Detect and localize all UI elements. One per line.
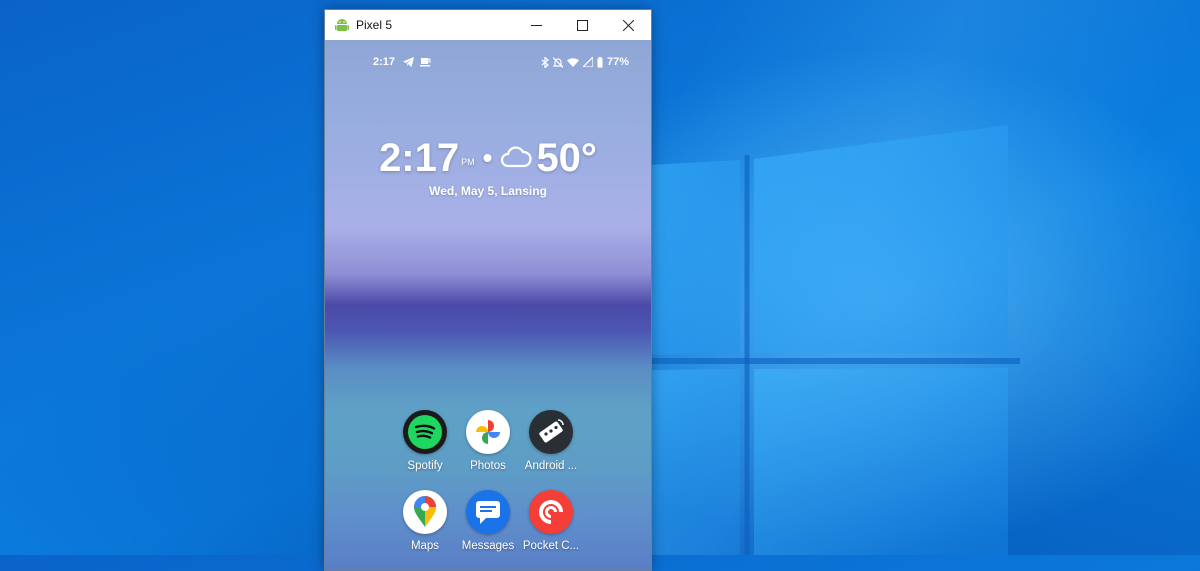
- minimize-button[interactable]: [513, 10, 559, 40]
- mute-icon: [552, 56, 563, 68]
- android-icon: [335, 19, 349, 31]
- photos-icon: [466, 410, 510, 454]
- status-bar: 2:17 77%: [325, 56, 651, 72]
- emulator-window[interactable]: Pixel 5 2:17 77% 2:17 PM • 50° Wed, May …: [324, 9, 652, 571]
- cloud-icon: [501, 146, 533, 168]
- remote-icon: [529, 410, 573, 454]
- maximize-icon: [576, 19, 588, 31]
- window-title: Pixel 5: [356, 18, 393, 32]
- app-pocket-casts[interactable]: Pocket C...: [511, 490, 591, 552]
- clock-separator: •: [482, 142, 493, 173]
- windows-logo: [640, 125, 1020, 555]
- clock-temperature: 50°: [536, 136, 597, 180]
- signal-icon: [582, 57, 593, 67]
- title-bar[interactable]: Pixel 5: [325, 10, 651, 40]
- app-android-remote[interactable]: Android ...: [511, 410, 591, 472]
- pocket-casts-icon: [529, 490, 573, 534]
- telegram-icon: [403, 57, 414, 67]
- spotify-icon: [403, 410, 447, 454]
- app-label: Pocket C...: [522, 540, 580, 552]
- clock-widget[interactable]: 2:17 PM • 50° Wed, May 5, Lansing: [325, 138, 651, 198]
- status-time: 2:17: [373, 56, 396, 68]
- battery-icon: [597, 56, 603, 67]
- clock-ampm: PM: [461, 157, 475, 167]
- app-label: Android ...: [524, 460, 578, 472]
- phone-screen[interactable]: 2:17 77% 2:17 PM • 50° Wed, May 5, Lansi…: [325, 40, 651, 570]
- coffee-icon: [420, 58, 431, 67]
- messages-icon: [466, 490, 510, 534]
- bluetooth-icon: [541, 56, 549, 68]
- clock-time: 2:17: [379, 136, 460, 180]
- minimize-icon: [530, 24, 542, 26]
- close-icon: [622, 19, 634, 31]
- close-button[interactable]: [605, 10, 651, 40]
- wifi-icon: [566, 58, 579, 67]
- clock-date: Wed, May 5, Lansing: [429, 184, 547, 198]
- maps-icon: [403, 490, 447, 534]
- battery-percent: 77%: [606, 56, 629, 68]
- maximize-button[interactable]: [559, 10, 605, 40]
